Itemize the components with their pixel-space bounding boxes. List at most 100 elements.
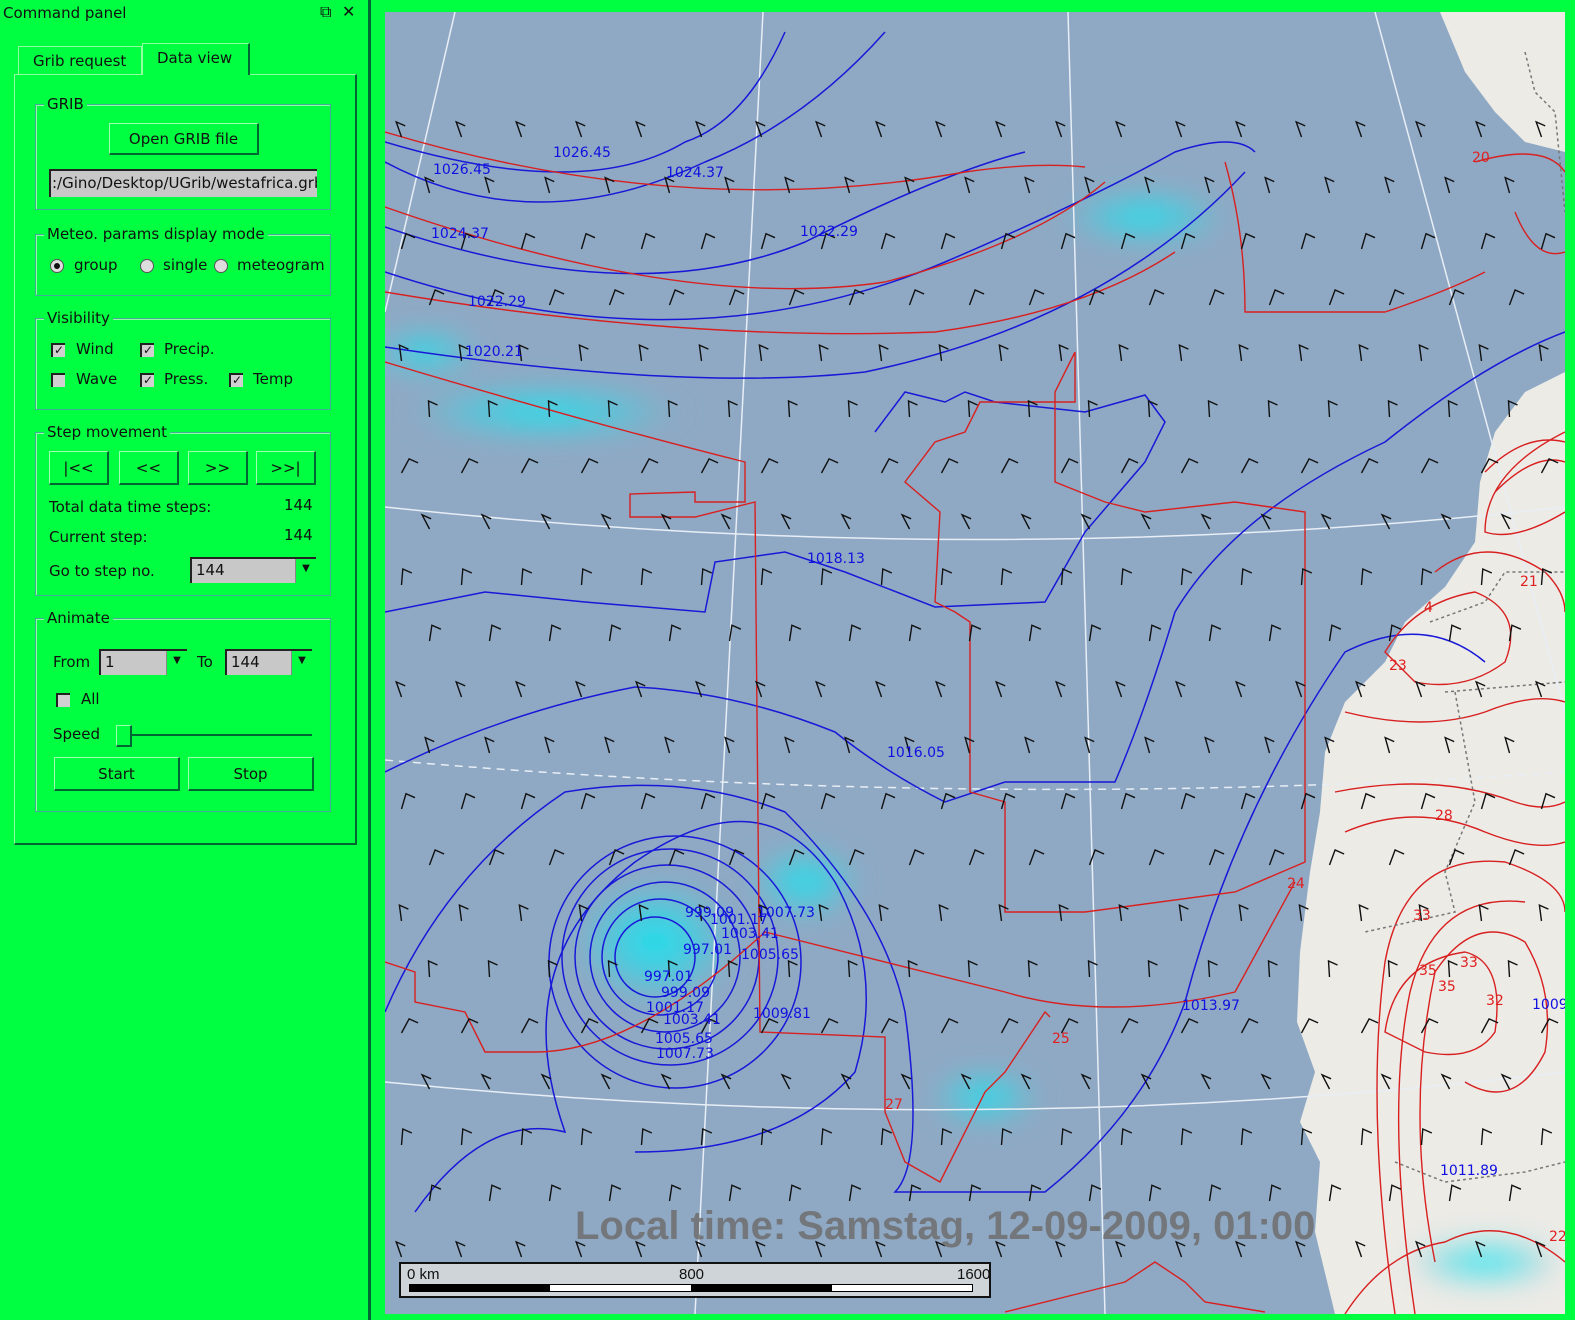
- wind-barb: [1120, 567, 1133, 586]
- wind-barb: [967, 959, 978, 978]
- wind-barb: [1000, 792, 1016, 810]
- last-step-button[interactable]: >>|: [256, 451, 316, 485]
- wind-barb: [1175, 680, 1186, 698]
- wind-checkbox[interactable]: ✓: [51, 343, 65, 357]
- previous-step-button[interactable]: <<: [119, 451, 179, 485]
- radio-meteogram[interactable]: [214, 259, 228, 273]
- next-step-button[interactable]: >>: [188, 451, 248, 485]
- wind-barb: [480, 1073, 492, 1090]
- wind-barb: [1178, 343, 1189, 362]
- all-checkbox[interactable]: [56, 693, 70, 707]
- temp-checkbox[interactable]: ✓: [229, 373, 243, 387]
- wind-barb: [940, 567, 953, 586]
- wind-barb: [760, 1127, 773, 1146]
- wind-barb: [640, 1127, 653, 1146]
- wind-barb: [780, 513, 792, 530]
- from-label: From: [53, 653, 91, 671]
- panel-title: Command panel: [3, 4, 127, 22]
- press-checkbox[interactable]: ✓: [140, 373, 154, 387]
- wind-barb: [1180, 567, 1193, 586]
- display-mode-label: Meteo. params display mode: [44, 225, 268, 243]
- wind-barb: [880, 232, 896, 250]
- open-grib-file-button[interactable]: Open GRIB file: [109, 123, 259, 155]
- wind-barb: [788, 289, 805, 306]
- wind-barb: [1000, 567, 1013, 586]
- wind-barb: [1120, 457, 1139, 474]
- to-combo[interactable]: 144 ▼: [225, 649, 312, 675]
- wind-barb: [608, 624, 622, 642]
- wind-barb: [847, 399, 858, 418]
- wind-barb: [878, 903, 889, 922]
- wind-barb: [820, 792, 836, 810]
- pressure-label: 1024.37: [431, 226, 489, 242]
- wind-barb: [460, 1127, 473, 1146]
- wave-checkbox[interactable]: [51, 373, 65, 387]
- pressure-label: 1003.41: [663, 1012, 721, 1028]
- to-label: To: [197, 653, 213, 671]
- wind-barb: [1120, 1127, 1133, 1146]
- wind-barb: [935, 680, 946, 698]
- wind-barb: [780, 1073, 792, 1090]
- first-step-button[interactable]: |<<: [49, 451, 109, 485]
- wind-barb: [1084, 176, 1095, 194]
- wind-barb: [635, 680, 646, 698]
- wind-barb: [1298, 343, 1309, 362]
- wind-barb: [488, 624, 502, 642]
- chevron-down-icon[interactable]: ▼: [291, 651, 312, 675]
- wind-barb: [938, 903, 949, 922]
- wind-barb: [755, 680, 766, 698]
- start-button[interactable]: Start: [54, 757, 180, 791]
- wind-barb: [1087, 959, 1098, 978]
- pressure-label: 1026.45: [553, 145, 611, 161]
- wind-barb: [460, 792, 476, 810]
- close-icon[interactable]: ✕: [342, 2, 355, 21]
- wind-barb: [998, 903, 1009, 922]
- wind-barb: [1240, 1127, 1253, 1146]
- wind-barb: [1328, 624, 1342, 642]
- radio-group[interactable]: [50, 259, 64, 273]
- pressure-label: 1018.13: [807, 551, 865, 567]
- wind-barb: [1238, 903, 1249, 922]
- goto-step-combo[interactable]: 144 ▼: [190, 557, 316, 583]
- press-label: Press.: [164, 370, 209, 388]
- grib-file-path-field[interactable]: :/Gino/Desktop/UGrib/westafrica.grb: [49, 169, 317, 197]
- wind-barb: [455, 680, 466, 698]
- float-icon[interactable]: ⧉: [320, 2, 331, 22]
- wind-barb: [1268, 849, 1285, 866]
- step-movement-label: Step movement: [44, 423, 171, 441]
- wind-barb: [1208, 849, 1225, 866]
- wind-barb: [608, 289, 625, 306]
- chevron-down-icon[interactable]: ▼: [295, 559, 316, 583]
- wind-barb: [1118, 343, 1129, 362]
- wind-barb: [700, 457, 719, 474]
- wind-barb: [484, 736, 495, 754]
- wind-barb: [1240, 457, 1259, 474]
- precip-checkbox[interactable]: ✓: [140, 343, 154, 357]
- speed-slider-track[interactable]: [116, 734, 312, 736]
- pressure-label: 1007.73: [757, 905, 815, 921]
- tab-data-view[interactable]: Data view: [142, 43, 250, 75]
- pressure-label: 1022.29: [468, 294, 526, 310]
- radio-single[interactable]: [140, 259, 154, 273]
- wind-barb: [1175, 120, 1186, 138]
- temperature-label: 33: [1460, 955, 1478, 971]
- panel-splitter[interactable]: [368, 0, 371, 1320]
- pressure-label: 1013.97: [1182, 998, 1240, 1014]
- tab-grib-request[interactable]: Grib request: [18, 46, 142, 74]
- speed-slider-handle[interactable]: [116, 725, 132, 747]
- wind-barb: [1060, 232, 1076, 250]
- weather-map[interactable]: 1026.45 1026.45 1024.37 1022.29 1024.37 1022.…: [385, 12, 1565, 1314]
- wind-barb: [1327, 399, 1338, 418]
- scale-start-label: 0 km: [407, 1266, 440, 1283]
- wind-barb: [1148, 1184, 1162, 1202]
- chevron-down-icon[interactable]: ▼: [166, 651, 187, 675]
- wind-barb: [1060, 792, 1076, 810]
- from-combo[interactable]: 1 ▼: [99, 649, 187, 675]
- temperature-label: 23: [1389, 658, 1407, 674]
- wind-barb: [668, 849, 685, 866]
- wind-barb: [700, 792, 716, 810]
- stop-button[interactable]: Stop: [188, 757, 314, 791]
- wind-barb: [400, 1127, 413, 1146]
- wind-barb: [1328, 289, 1345, 306]
- wind-barb: [908, 289, 925, 306]
